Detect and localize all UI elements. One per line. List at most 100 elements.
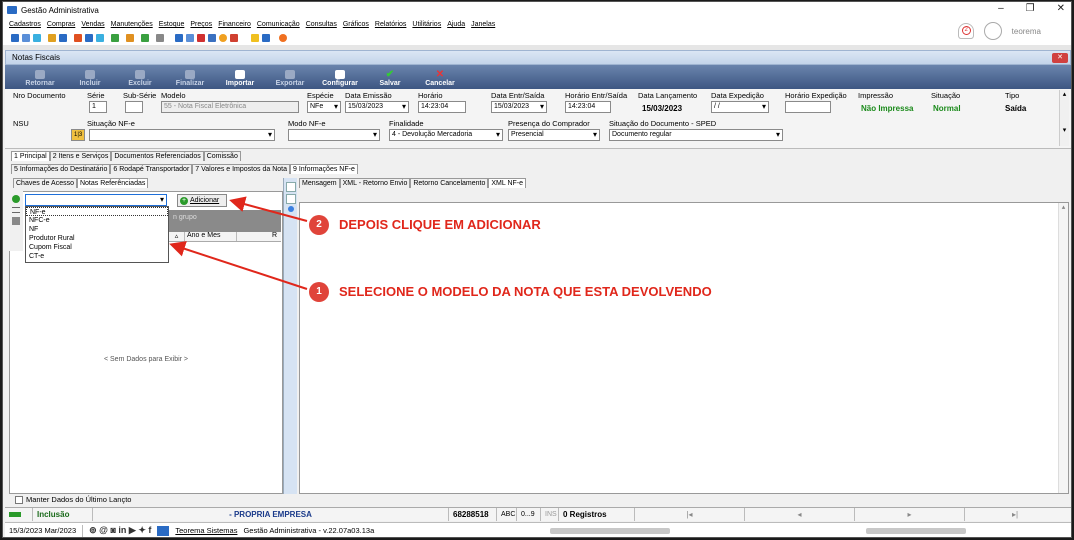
- trash-icon[interactable]: [12, 217, 20, 225]
- next-record-icon[interactable]: ▸: [855, 508, 965, 521]
- tab-comissao[interactable]: Comissão: [203, 151, 241, 161]
- tab-retorno-canc[interactable]: Retorno Cancelamento: [410, 178, 489, 188]
- toolbar-icon[interactable]: [175, 34, 183, 42]
- notification-bell-icon[interactable]: 2: [957, 23, 974, 39]
- especie-select[interactable]: NFe: [307, 101, 341, 113]
- hor-exp-field[interactable]: [785, 101, 831, 113]
- close-icon[interactable]: ✕: [1057, 3, 1065, 14]
- restore-icon[interactable]: ❐: [1026, 3, 1035, 14]
- toolbar-icon[interactable]: [85, 34, 93, 42]
- presenca-select[interactable]: Presencial: [508, 129, 600, 141]
- importar-button[interactable]: Importar: [215, 70, 265, 89]
- toolbar-icon[interactable]: [156, 34, 164, 42]
- col-ano-mes[interactable]: Ano e Mes: [185, 232, 237, 241]
- menu-comunicacao[interactable]: Comunicação: [257, 21, 300, 28]
- option-nfce[interactable]: NFC-e: [26, 216, 168, 225]
- modo-nfe-select[interactable]: [288, 129, 380, 141]
- serie-field[interactable]: 1: [89, 101, 107, 113]
- tab-principal[interactable]: 1 Principal: [11, 151, 50, 161]
- star-icon[interactable]: [251, 34, 259, 42]
- data-emissao-field[interactable]: 15/03/2023: [345, 101, 409, 113]
- menu-compras[interactable]: Compras: [47, 21, 75, 28]
- toolbar-icon[interactable]: [279, 34, 287, 42]
- menu-utilitarios[interactable]: Utilitários: [412, 21, 441, 28]
- salvar-button[interactable]: ✔ Salvar: [365, 70, 415, 89]
- col-r[interactable]: R: [237, 232, 281, 241]
- tab-chaves-acesso[interactable]: Chaves de Acesso: [13, 178, 77, 188]
- tab-itens[interactable]: 2 Itens e Serviços: [49, 151, 112, 161]
- toolbar-icon[interactable]: [197, 34, 205, 42]
- option-nfe[interactable]: NF-e: [26, 207, 168, 216]
- collapse-icon[interactable]: [285, 182, 296, 192]
- retornar-button[interactable]: Retornar: [15, 70, 65, 89]
- toolbar-icon[interactable]: [262, 34, 270, 42]
- menu-relatorios[interactable]: Relatórios: [375, 21, 407, 28]
- child-close-icon[interactable]: ✕: [1052, 53, 1068, 63]
- menu-financeiro[interactable]: Financeiro: [218, 21, 251, 28]
- add-circle-icon[interactable]: [12, 195, 20, 203]
- modelo-field[interactable]: 55 - Nota Fiscal Eletrônica: [161, 101, 299, 113]
- excluir-button[interactable]: Excluir: [115, 70, 165, 89]
- tab-xml-nfe[interactable]: XML NF-e: [488, 178, 526, 188]
- menu-consultas[interactable]: Consultas: [306, 21, 337, 28]
- toolbar-icon[interactable]: [219, 34, 227, 42]
- situacao-nfe-select[interactable]: [89, 129, 275, 141]
- toolbar-icon[interactable]: [126, 34, 134, 42]
- user-avatar-icon[interactable]: [983, 22, 1002, 40]
- tab-docs-ref[interactable]: Documentos Referenciados: [111, 151, 204, 161]
- tab-destinatario[interactable]: 5 Informações do Destinatário: [11, 164, 111, 174]
- menu-precos[interactable]: Preços: [190, 21, 212, 28]
- form-scrollbar[interactable]: ▴ ▾: [1059, 90, 1069, 146]
- tab-valores[interactable]: 7 Valores e Impostos da Nota: [192, 164, 290, 174]
- doc-icon[interactable]: [285, 194, 296, 204]
- menu-vendas[interactable]: Vendas: [81, 21, 104, 28]
- menu-ajuda[interactable]: Ajuda: [447, 21, 465, 28]
- data-exp-field[interactable]: / /: [711, 101, 769, 113]
- social-icons[interactable]: ⊚ @ ◙ in ▶ ✦ f: [89, 525, 151, 536]
- tab-info-nfe[interactable]: 9 Informações NF-e: [289, 164, 358, 174]
- incluir-button[interactable]: Incluir: [65, 70, 115, 89]
- menu-manutencoes[interactable]: Manutenções: [111, 21, 153, 28]
- adicionar-button[interactable]: + Adicionar: [177, 194, 227, 207]
- minimize-icon[interactable]: –: [998, 3, 1004, 14]
- toolbar-icon[interactable]: [208, 34, 216, 42]
- option-nf[interactable]: NF: [26, 225, 168, 234]
- keep-data-checkbox[interactable]: [15, 495, 23, 504]
- toolbar-icon[interactable]: [96, 34, 104, 42]
- option-cte[interactable]: CT-e: [26, 252, 168, 261]
- toolbar-icon[interactable]: [59, 34, 67, 42]
- menu-estoque[interactable]: Estoque: [159, 21, 185, 28]
- tab-mensagem[interactable]: Mensagem: [299, 178, 340, 188]
- tab-xml-retorno[interactable]: XML - Retorno Envio: [339, 178, 411, 188]
- tab-notas-ref[interactable]: Notas Referênciadas: [76, 178, 149, 188]
- exportar-button[interactable]: Exportar: [265, 70, 315, 89]
- toolbar-icon[interactable]: [230, 34, 238, 42]
- menu-graficos[interactable]: Gráficos: [343, 21, 369, 28]
- tab-rodape[interactable]: 6 Rodapé Transportador: [110, 164, 193, 174]
- option-produtor-rural[interactable]: Produtor Rural: [26, 234, 168, 243]
- dot-icon[interactable]: [287, 206, 294, 212]
- horario-entr-field[interactable]: 14:23:04: [565, 101, 611, 113]
- toolbar-icon[interactable]: [48, 34, 56, 42]
- finalizar-button[interactable]: Finalizar: [165, 70, 215, 89]
- modelo-nota-select[interactable]: [25, 194, 167, 206]
- menu-cadastros[interactable]: Cadastros: [9, 21, 41, 28]
- subserie-field[interactable]: [125, 101, 143, 113]
- last-record-icon[interactable]: ▸|: [965, 508, 1065, 521]
- data-entr-field[interactable]: 15/03/2023: [491, 101, 547, 113]
- menu-janelas[interactable]: Janelas: [471, 21, 495, 28]
- toolbar-icon[interactable]: [33, 34, 41, 42]
- sit-doc-select[interactable]: Documento regular: [609, 129, 783, 141]
- toolbar-icon[interactable]: [111, 34, 119, 42]
- footer-company-link[interactable]: Teorema Sistemas: [175, 526, 237, 535]
- keep-data-option[interactable]: Manter Dados do Último Lançto: [15, 495, 131, 504]
- toolbar-icon[interactable]: [186, 34, 194, 42]
- sort-icon[interactable]: ▵: [169, 232, 185, 241]
- xml-scrollbar[interactable]: ▴: [1058, 203, 1068, 493]
- finalidade-select[interactable]: 4 - Devolução Mercadoria: [389, 129, 503, 141]
- horario-field[interactable]: 14:23:04: [418, 101, 466, 113]
- prev-record-icon[interactable]: ◂: [745, 508, 855, 521]
- configurar-button[interactable]: Configurar: [315, 70, 365, 89]
- option-cupom-fiscal[interactable]: Cupom Fiscal: [26, 243, 168, 252]
- toolbar-icon[interactable]: [74, 34, 82, 42]
